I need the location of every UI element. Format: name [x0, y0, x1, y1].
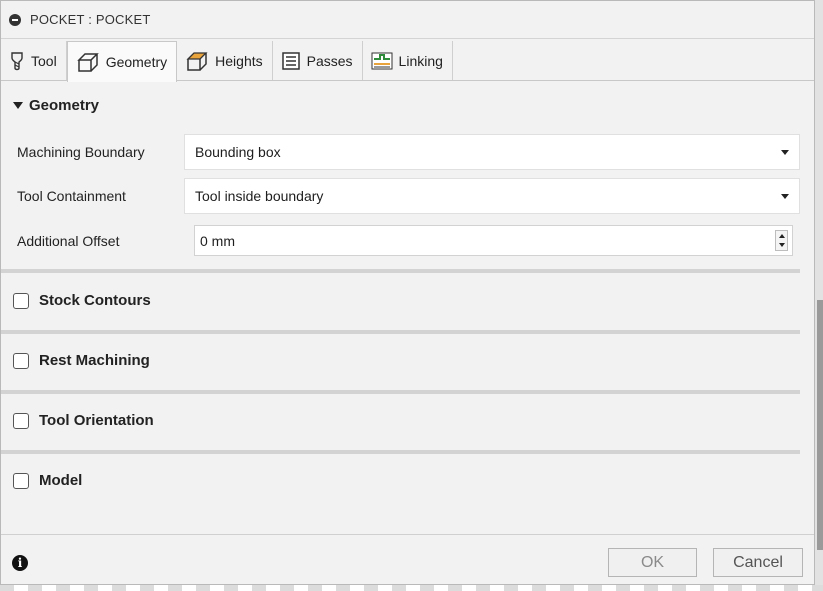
linking-icon — [371, 52, 393, 70]
tab-heights[interactable]: Heights — [177, 41, 273, 81]
title-bar[interactable]: POCKET : POCKET — [1, 1, 814, 39]
tab-geometry[interactable]: Geometry — [66, 41, 178, 82]
tool-orientation-checkbox[interactable] — [13, 412, 29, 429]
model-checkbox[interactable] — [13, 472, 29, 489]
stock-contours-checkbox[interactable] — [13, 292, 29, 309]
tool-icon — [11, 52, 23, 71]
tab-linking-label: Linking — [398, 53, 443, 69]
pocket-dialog: POCKET : POCKET Tool Geometry Heights Pa… — [0, 0, 815, 585]
tool-containment-value: Tool inside boundary — [195, 188, 324, 204]
stock-contours-group[interactable]: Stock Contours — [13, 292, 151, 309]
tab-bar: Tool Geometry Heights Passes Linking — [1, 41, 814, 82]
info-icon[interactable]: i — [12, 555, 28, 571]
model-group[interactable]: Model — [13, 472, 82, 489]
passes-icon — [281, 52, 300, 70]
tab-geometry-label: Geometry — [105, 54, 168, 70]
additional-offset-input[interactable]: 0 mm — [194, 225, 793, 256]
spin-up-icon[interactable] — [779, 234, 785, 238]
additional-offset-value: 0 mm — [200, 232, 235, 249]
tool-containment-label: Tool Containment — [17, 188, 126, 204]
section-divider — [1, 450, 800, 454]
background-strip — [0, 585, 823, 591]
dropdown-arrow-icon — [781, 150, 789, 155]
geometry-section-header[interactable]: Geometry — [13, 97, 99, 114]
geometry-section-title: Geometry — [29, 97, 100, 114]
spin-down-icon[interactable] — [779, 243, 785, 247]
background-panel — [817, 300, 823, 550]
rest-machining-group[interactable]: Rest Machining — [13, 352, 150, 369]
tab-linking[interactable]: Linking — [363, 41, 453, 81]
dialog-title: POCKET : POCKET — [30, 12, 151, 27]
tab-tool-label: Tool — [31, 53, 57, 69]
offset-spinner[interactable] — [775, 230, 788, 251]
background-edge — [815, 0, 823, 591]
section-divider — [1, 390, 800, 394]
rest-machining-label: Rest Machining — [39, 352, 150, 369]
machining-boundary-label: Machining Boundary — [17, 144, 145, 160]
tab-tool[interactable]: Tool — [1, 41, 67, 81]
tab-passes-label: Passes — [306, 53, 353, 69]
stock-contours-label: Stock Contours — [39, 292, 151, 309]
machining-boundary-value: Bounding box — [195, 144, 281, 160]
footer-divider — [1, 534, 814, 535]
additional-offset-label: Additional Offset — [17, 233, 120, 249]
tool-orientation-label: Tool Orientation — [39, 412, 154, 429]
ok-button[interactable]: OK — [608, 548, 697, 577]
tool-orientation-group[interactable]: Tool Orientation — [13, 412, 154, 429]
tab-heights-label: Heights — [215, 53, 263, 69]
expand-triangle-icon — [13, 102, 23, 109]
cancel-button[interactable]: Cancel — [713, 548, 803, 577]
rest-machining-checkbox[interactable] — [13, 352, 29, 369]
tool-containment-select[interactable]: Tool inside boundary — [184, 178, 800, 214]
machining-boundary-select[interactable]: Bounding box — [184, 134, 800, 170]
tab-passes[interactable]: Passes — [273, 41, 363, 81]
dropdown-arrow-icon — [781, 194, 789, 199]
section-divider — [1, 330, 800, 334]
collapse-dialog-icon[interactable] — [9, 13, 21, 26]
geometry-icon — [76, 53, 99, 72]
model-label: Model — [39, 472, 83, 489]
section-divider — [1, 269, 800, 273]
heights-icon — [186, 52, 208, 71]
